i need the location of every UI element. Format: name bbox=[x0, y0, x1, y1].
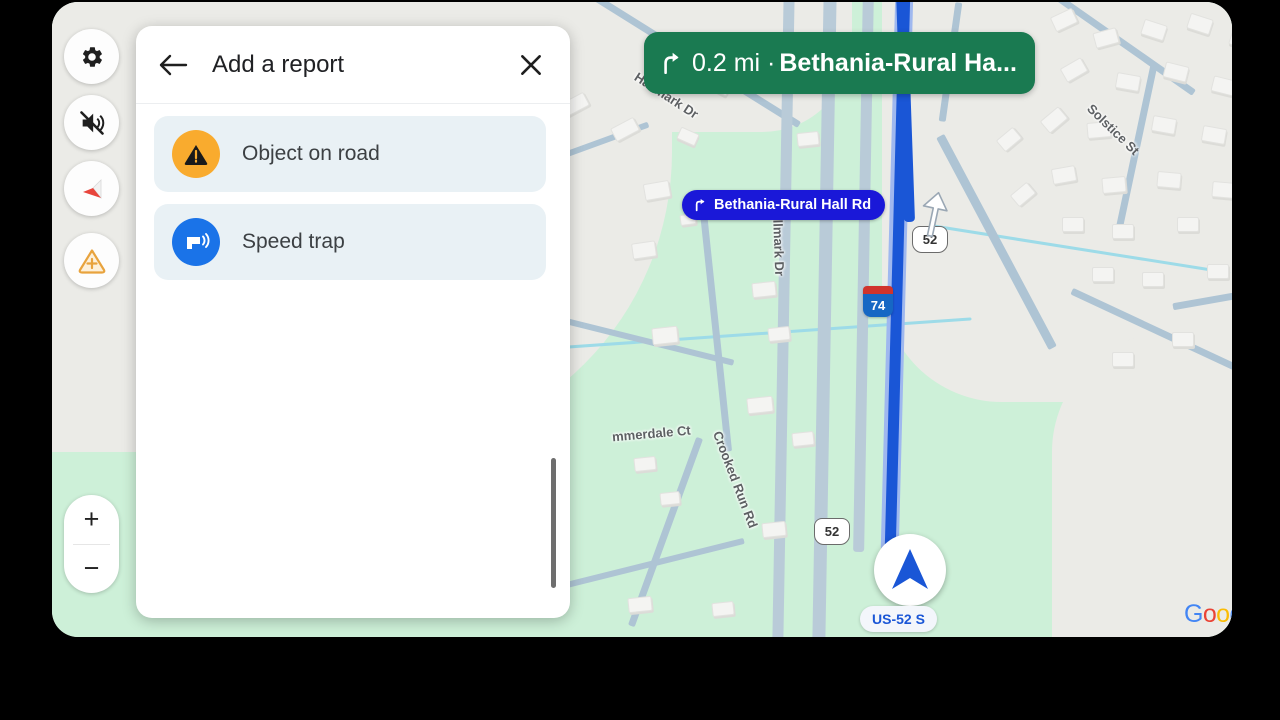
back-button[interactable] bbox=[156, 48, 190, 82]
map-building bbox=[767, 325, 791, 343]
road-callout-badge: Bethania-Rural Hall Rd bbox=[682, 190, 886, 220]
map-building bbox=[627, 595, 653, 614]
map-building bbox=[796, 130, 820, 148]
gear-icon bbox=[82, 46, 102, 67]
arrow-left-icon bbox=[159, 54, 188, 75]
zoom-in-button[interactable]: + bbox=[64, 495, 119, 544]
add-report-panel: Add a report Object on road Speed trap bbox=[136, 26, 570, 618]
map-building bbox=[1177, 217, 1199, 232]
report-option-speed-trap[interactable]: Speed trap bbox=[154, 204, 546, 280]
map-building bbox=[633, 455, 657, 473]
map-building bbox=[1211, 180, 1232, 200]
road-callout-label: Bethania-Rural Hall Rd bbox=[714, 197, 872, 213]
map-building bbox=[1112, 224, 1134, 239]
navigation-arrow-icon bbox=[892, 549, 928, 589]
add-report-button[interactable] bbox=[64, 233, 119, 288]
route-shield-us52-lower: 52 bbox=[814, 518, 850, 545]
shield-number: 52 bbox=[824, 524, 840, 539]
speed-camera-icon bbox=[172, 218, 220, 266]
exit-arrow-icon bbox=[916, 190, 950, 243]
zoom-out-button[interactable]: − bbox=[64, 544, 119, 593]
current-location-puck bbox=[874, 534, 946, 606]
map-building bbox=[1112, 352, 1134, 367]
panel-header: Add a report bbox=[136, 26, 570, 104]
map-building bbox=[711, 600, 735, 618]
settings-button[interactable] bbox=[64, 29, 119, 84]
map-building bbox=[1207, 264, 1229, 279]
map-building bbox=[746, 395, 774, 415]
nav-street-name: Bethania-Rural Ha... bbox=[779, 48, 1017, 77]
close-button[interactable] bbox=[514, 48, 548, 82]
warning-triangle-icon bbox=[172, 130, 220, 178]
map-building bbox=[761, 520, 787, 539]
zoom-divider bbox=[73, 544, 110, 545]
slight-right-arrow-icon bbox=[695, 199, 705, 212]
zoom-controls[interactable]: + − bbox=[64, 495, 119, 593]
report-triangle-plus-icon bbox=[78, 248, 105, 274]
speed-camera-glyph bbox=[187, 233, 210, 249]
report-option-label: Speed trap bbox=[242, 230, 345, 253]
map-building bbox=[1101, 175, 1127, 195]
logo-letter: g bbox=[1229, 600, 1232, 628]
map-building bbox=[659, 490, 681, 507]
map-building bbox=[651, 325, 679, 346]
logo-letter: o bbox=[1216, 600, 1230, 628]
warning-triangle-glyph bbox=[184, 145, 208, 165]
map-building bbox=[751, 280, 777, 299]
compass-icon bbox=[82, 178, 101, 199]
map-building bbox=[631, 240, 657, 260]
map-building bbox=[1092, 267, 1114, 282]
close-icon bbox=[521, 54, 541, 75]
map-urban-area-right-low bbox=[1052, 332, 1232, 637]
panel-title: Add a report bbox=[212, 50, 345, 78]
mute-voice-button[interactable] bbox=[64, 95, 119, 150]
report-option-object-on-road[interactable]: Object on road bbox=[154, 116, 546, 192]
report-option-label: Object on road bbox=[242, 142, 380, 165]
map-building bbox=[1156, 170, 1182, 190]
slight-right-arrow-icon bbox=[664, 52, 679, 75]
shield-number: 74 bbox=[863, 294, 893, 317]
map-building bbox=[1142, 272, 1164, 287]
logo-letter: o bbox=[1202, 600, 1217, 628]
taskbar: 9TO5Google 6 LTE 12:35 bbox=[0, 637, 1280, 720]
shield-top-band bbox=[863, 286, 893, 294]
android-auto-screen: Hallmark Dr Hallmark Dr Solstice St mmer… bbox=[0, 0, 1280, 720]
map-building bbox=[791, 430, 815, 448]
map-building bbox=[1172, 332, 1194, 347]
logo-letter: G bbox=[1184, 600, 1203, 628]
navigation-banner[interactable]: 0.2 mi · Bethania-Rural Ha... bbox=[644, 32, 1035, 94]
current-road-label: US-52 S bbox=[860, 606, 937, 632]
route-shield-i74: 74 bbox=[862, 286, 894, 317]
speaker-muted-icon bbox=[79, 110, 104, 135]
panel-scrollbar[interactable] bbox=[551, 458, 556, 588]
nav-distance: 0.2 mi · bbox=[692, 48, 776, 77]
map-building bbox=[1062, 217, 1084, 232]
google-logo: Google bbox=[1184, 600, 1232, 629]
compass-button[interactable] bbox=[64, 161, 119, 216]
